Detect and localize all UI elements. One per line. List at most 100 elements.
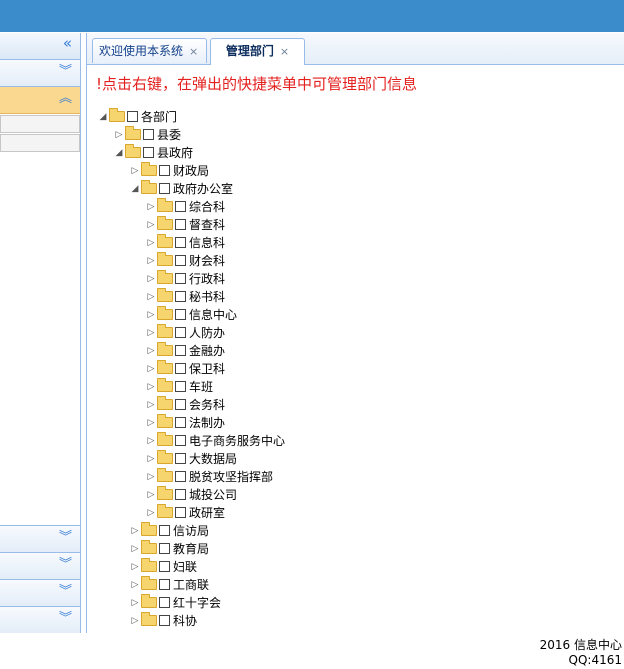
- tree-node[interactable]: ▷ 妇联: [129, 558, 197, 576]
- close-icon[interactable]: ×: [280, 45, 289, 58]
- collapsed-arrow-icon[interactable]: ▷: [145, 216, 157, 234]
- expanded-arrow-icon[interactable]: ◢: [113, 144, 125, 162]
- chevron-down-icon[interactable]: ︾: [59, 585, 72, 599]
- collapsed-arrow-icon[interactable]: ▷: [145, 306, 157, 324]
- tree-node[interactable]: ▷ 信息科: [145, 234, 225, 252]
- tree-node[interactable]: ◢ 县政府: [113, 144, 193, 162]
- tree-node-root[interactable]: ◢ 各部门: [97, 108, 177, 126]
- collapsed-arrow-icon[interactable]: ▷: [145, 450, 157, 468]
- checkbox[interactable]: [175, 453, 186, 464]
- checkbox[interactable]: [175, 399, 186, 410]
- collapsed-arrow-icon[interactable]: ▷: [129, 522, 141, 540]
- tree-node[interactable]: ▷ 行政科: [145, 270, 225, 288]
- tab-welcome[interactable]: 欢迎使用本系统 ×: [92, 38, 207, 63]
- checkbox[interactable]: [159, 525, 170, 536]
- tree-node[interactable]: ▷ 金融办: [145, 342, 225, 360]
- tab-manage-departments[interactable]: 管理部门 ×: [210, 38, 305, 65]
- collapsed-arrow-icon[interactable]: ▷: [145, 324, 157, 342]
- collapse-panel-icon[interactable]: «: [63, 36, 72, 51]
- checkbox[interactable]: [175, 381, 186, 392]
- chevron-down-icon[interactable]: ︾: [59, 531, 72, 545]
- collapsed-arrow-icon[interactable]: ▷: [145, 432, 157, 450]
- collapsed-arrow-icon[interactable]: ▷: [129, 540, 141, 558]
- tree-node[interactable]: ▷ 综合科: [145, 198, 225, 216]
- tree-node[interactable]: ▷ 政研室: [145, 504, 225, 522]
- collapsed-arrow-icon[interactable]: ▷: [145, 486, 157, 504]
- checkbox[interactable]: [175, 291, 186, 302]
- checkbox[interactable]: [175, 201, 186, 212]
- collapsed-arrow-icon[interactable]: ▷: [145, 270, 157, 288]
- expanded-arrow-icon[interactable]: ◢: [97, 108, 109, 126]
- tree-node[interactable]: ▷ 法制办: [145, 414, 225, 432]
- checkbox[interactable]: [159, 165, 170, 176]
- checkbox[interactable]: [159, 561, 170, 572]
- accordion-section-3[interactable]: ︾: [0, 525, 80, 552]
- checkbox[interactable]: [143, 147, 154, 158]
- collapsed-arrow-icon[interactable]: ▷: [113, 126, 125, 144]
- checkbox[interactable]: [159, 597, 170, 608]
- collapsed-arrow-icon[interactable]: ▷: [145, 396, 157, 414]
- collapsed-arrow-icon[interactable]: ▷: [145, 504, 157, 522]
- collapsed-arrow-icon[interactable]: ▷: [129, 576, 141, 594]
- checkbox[interactable]: [175, 273, 186, 284]
- tree-node[interactable]: ▷ 督查科: [145, 216, 225, 234]
- tree-node[interactable]: ◢ 政府办公室: [129, 180, 233, 198]
- tree-node[interactable]: ▷ 信访局: [129, 522, 209, 540]
- tree-node[interactable]: ▷ 脱贫攻坚指挥部: [145, 468, 273, 486]
- tree-node[interactable]: ▷ 电子商务服务中心: [145, 432, 285, 450]
- checkbox[interactable]: [159, 615, 170, 626]
- checkbox[interactable]: [175, 363, 186, 374]
- collapsed-arrow-icon[interactable]: ▷: [145, 360, 157, 378]
- collapsed-arrow-icon[interactable]: ▷: [145, 288, 157, 306]
- close-icon[interactable]: ×: [189, 45, 198, 58]
- checkbox[interactable]: [127, 111, 138, 122]
- accordion-section-4[interactable]: ︾: [0, 552, 80, 579]
- collapsed-arrow-icon[interactable]: ▷: [129, 612, 141, 630]
- tree-node[interactable]: ▷ 教育局: [129, 540, 209, 558]
- tree-node[interactable]: ▷ 财政局: [129, 162, 209, 180]
- collapsed-arrow-icon[interactable]: ▷: [145, 252, 157, 270]
- collapsed-arrow-icon[interactable]: ▷: [129, 594, 141, 612]
- tree-node[interactable]: ▷ 秘书科: [145, 288, 225, 306]
- chevron-down-icon[interactable]: ︾: [59, 65, 72, 79]
- checkbox[interactable]: [175, 327, 186, 338]
- menu-item-1[interactable]: [0, 115, 80, 133]
- checkbox[interactable]: [159, 183, 170, 194]
- tree-node[interactable]: ▷ 保卫科: [145, 360, 225, 378]
- collapsed-arrow-icon[interactable]: ▷: [129, 162, 141, 180]
- collapsed-arrow-icon[interactable]: ▷: [145, 468, 157, 486]
- tree-node[interactable]: ▷ 车班: [145, 378, 213, 396]
- tree-node[interactable]: ▷ 人防办: [145, 324, 225, 342]
- collapsed-arrow-icon[interactable]: ▷: [145, 378, 157, 396]
- tree-node[interactable]: ▷ 信息中心: [145, 306, 237, 324]
- checkbox[interactable]: [175, 255, 186, 266]
- checkbox[interactable]: [175, 219, 186, 230]
- collapsed-arrow-icon[interactable]: ▷: [145, 342, 157, 360]
- menu-item-2[interactable]: [0, 134, 80, 152]
- collapsed-arrow-icon[interactable]: ▷: [145, 198, 157, 216]
- checkbox[interactable]: [175, 345, 186, 356]
- collapsed-arrow-icon[interactable]: ▷: [145, 234, 157, 252]
- checkbox[interactable]: [175, 489, 186, 500]
- tree-node[interactable]: ▷ 城投公司: [145, 486, 237, 504]
- checkbox[interactable]: [159, 543, 170, 554]
- expanded-arrow-icon[interactable]: ◢: [129, 180, 141, 198]
- collapsed-arrow-icon[interactable]: ▷: [129, 558, 141, 576]
- collapsed-arrow-icon[interactable]: ▷: [145, 414, 157, 432]
- checkbox[interactable]: [175, 471, 186, 482]
- accordion-section-5[interactable]: ︾: [0, 579, 80, 606]
- chevron-up-icon[interactable]: ︽: [59, 92, 72, 106]
- tree-node[interactable]: ▷ 财会科: [145, 252, 225, 270]
- checkbox[interactable]: [159, 579, 170, 590]
- checkbox[interactable]: [175, 417, 186, 428]
- tree-node[interactable]: ▷ 大数据局: [145, 450, 237, 468]
- chevron-down-icon[interactable]: ︾: [59, 612, 72, 626]
- accordion-section-1[interactable]: ︾: [0, 60, 80, 87]
- tree-node[interactable]: ▷ 科协: [129, 612, 197, 630]
- checkbox[interactable]: [175, 309, 186, 320]
- tree-node[interactable]: ▷ 县委: [113, 126, 181, 144]
- chevron-down-icon[interactable]: ︾: [59, 558, 72, 572]
- checkbox[interactable]: [175, 237, 186, 248]
- checkbox[interactable]: [175, 435, 186, 446]
- checkbox[interactable]: [143, 129, 154, 140]
